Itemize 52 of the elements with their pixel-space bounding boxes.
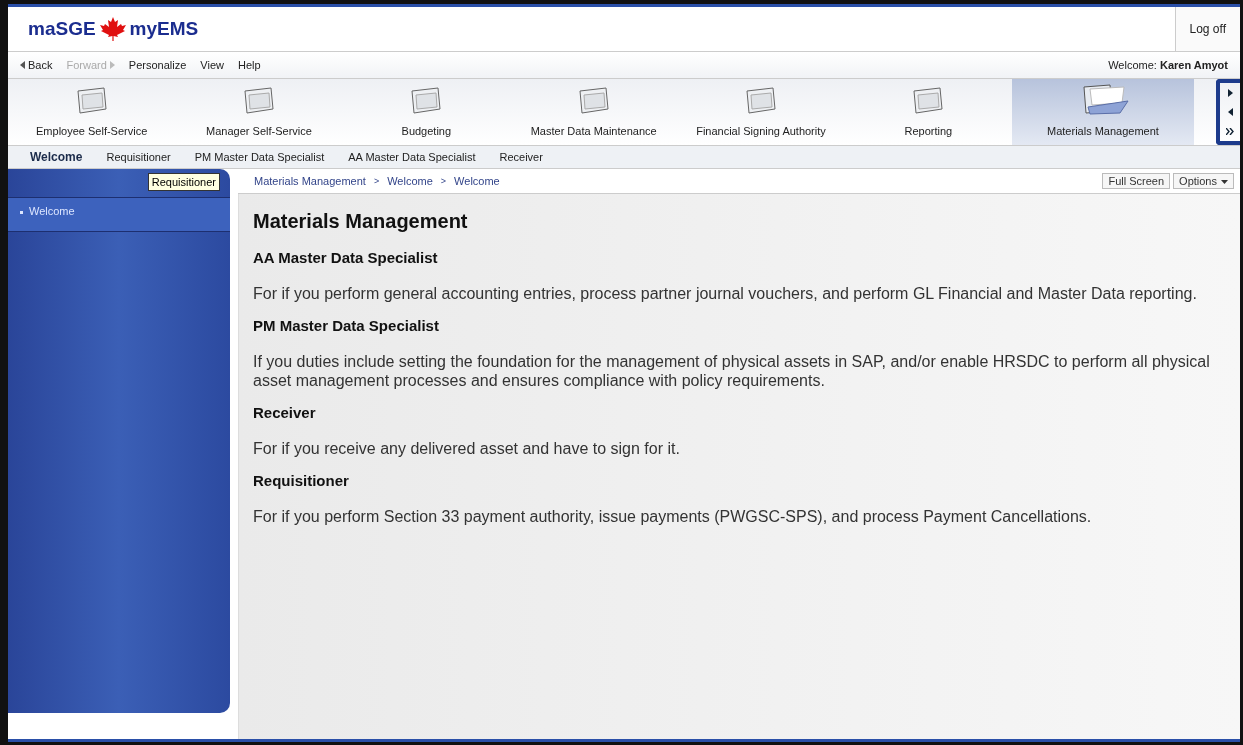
folder-icon — [75, 87, 108, 115]
double-chevron-icon — [1226, 128, 1234, 136]
breadcrumb-link[interactable]: Materials Management — [254, 175, 366, 187]
launchpad-tab[interactable]: Reporting — [844, 79, 1012, 145]
section-heading: Receiver — [253, 404, 317, 421]
folder-icon — [410, 87, 443, 115]
folder-icon — [912, 87, 945, 115]
tooltip: Requisitioner — [147, 173, 220, 191]
log-off-button[interactable]: Log off — [1174, 7, 1240, 51]
page-title: Materials Management — [253, 210, 469, 233]
bullet-icon — [20, 210, 23, 214]
nav-link[interactable]: Help — [237, 59, 261, 71]
full-screen-button[interactable]: Full Screen — [1102, 173, 1171, 189]
launchpad-tab[interactable]: Budgeting — [342, 79, 510, 145]
sidebar-item[interactable]: Welcome — [8, 198, 230, 232]
sub-tab[interactable]: AA Master Data Specialist — [336, 151, 488, 163]
folder-icon — [577, 87, 610, 115]
nav-link[interactable]: View — [200, 59, 224, 71]
nav-link[interactable]: Personalize — [128, 59, 187, 71]
left-arrow-icon — [1227, 108, 1233, 117]
section-text: If you duties include setting the foundation for the management of physical assets in SAP, and/or enable HRSDC to perform all physical asset management processes and ensures compliance with policy requirements. — [253, 352, 1211, 390]
launchpad-tab[interactable]: Master Data Maintenance — [510, 79, 678, 145]
logo-text: maSGE — [28, 18, 96, 40]
section-text: For if you perform general accounting entries, process partner journal vouchers, and perform GL Financial and Master Data reporting. — [253, 284, 1198, 303]
sub-tab[interactable]: Requisitioner — [94, 151, 183, 163]
sub-tab[interactable]: Welcome — [18, 150, 95, 164]
section-heading: PM Master Data Specialist — [253, 317, 440, 334]
breadcrumb-separator: > — [440, 176, 447, 186]
launchpad-tab[interactable]: Financial Signing Authority — [677, 79, 845, 145]
section-text: For if you perform Section 33 payment authority, issue payments (PWGSC-SPS), and process Payment Cancellations. — [253, 507, 1093, 526]
folder-icon — [243, 87, 275, 115]
section-heading: Requisitioner — [253, 472, 350, 489]
welcome-text: Welcome: Karen Amyot — [1108, 59, 1228, 71]
section-heading: AA Master Data Specialist — [253, 249, 439, 266]
sub-tab[interactable]: PM Master Data Specialist — [182, 151, 337, 163]
nav-link[interactable]: Back — [20, 59, 53, 71]
launchpad-tab[interactable]: Manager Self-Service — [175, 79, 343, 145]
breadcrumb-link[interactable]: Welcome — [387, 175, 433, 187]
section-text: For if you receive any delivered asset and have to sign for it. — [253, 439, 681, 458]
breadcrumb-separator: > — [373, 176, 380, 186]
launchpad-tab[interactable]: Employee Self-Service — [8, 79, 176, 145]
back-arrow-icon — [20, 61, 25, 69]
caret-icon — [1221, 180, 1228, 185]
launchpad-tab[interactable]: Materials Management — [1011, 79, 1194, 145]
forward-arrow-icon — [109, 61, 115, 69]
right-arrow-icon — [1227, 88, 1233, 97]
logo-text: myEMS — [129, 18, 199, 40]
folder-icon — [744, 87, 777, 115]
sub-tab[interactable]: Receiver — [487, 151, 555, 163]
options-dropdown[interactable]: Options — [1173, 173, 1234, 189]
maple-leaf-icon — [99, 17, 126, 41]
breadcrumb-link[interactable]: Welcome — [454, 175, 500, 187]
